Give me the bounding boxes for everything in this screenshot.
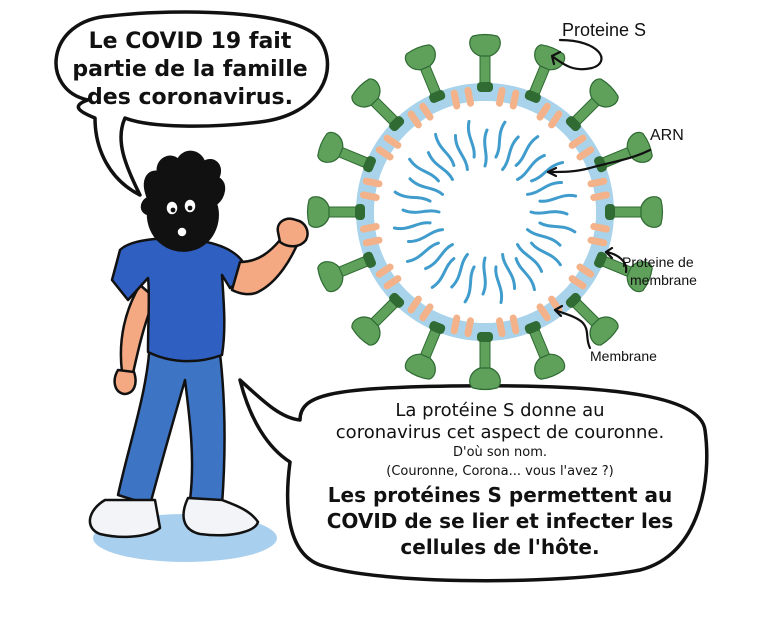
spike-protein (605, 196, 664, 228)
rna-strand (529, 210, 569, 216)
rna-strand (401, 208, 441, 214)
comic-panel: Le COVID 19 fait partie de la famille de… (0, 0, 780, 620)
label-spike-protein: Proteine S (562, 20, 647, 40)
speech-bottom-line-6: COVID de se lier et infecter les (326, 509, 674, 533)
rna-strand (483, 128, 489, 168)
label-membrane-protein-line-2: membrane (630, 272, 697, 288)
speech-bottom-line-4: (Couronne, Corona... vous l'avez ?) (386, 464, 614, 479)
spike-protein (469, 332, 501, 391)
coronavirus-icon (306, 33, 664, 391)
speech-bubble-bottom-text: La protéine S donne au coronavirus cet a… (300, 400, 700, 560)
speech-top-line-3: des coronavirus. (87, 85, 293, 110)
speech-bubble-top-text: Le COVID 19 fait partie de la famille de… (70, 28, 310, 112)
speech-bottom-line-1: La protéine S donne au (395, 400, 605, 421)
rna-strand (481, 256, 487, 296)
label-membrane: Membrane (590, 348, 657, 364)
speech-top-line-2: partie de la famille (72, 57, 308, 82)
label-rna: ARN (650, 127, 684, 144)
speech-bottom-line-3: D'où son nom. (453, 445, 547, 460)
spike-protein (469, 33, 501, 92)
spike-protein (306, 196, 365, 228)
speech-bottom-line-7: cellules de l'hôte. (400, 535, 600, 559)
speech-bottom-line-2: coronavirus cet aspect de couronne. (335, 422, 665, 443)
speech-bottom-line-5: Les protéines S permettent au (327, 483, 673, 507)
cartoon-person-icon (88, 150, 309, 539)
label-membrane-protein-line-1: Proteine de (622, 254, 694, 270)
speech-top-line-1: Le COVID 19 fait (88, 29, 292, 54)
